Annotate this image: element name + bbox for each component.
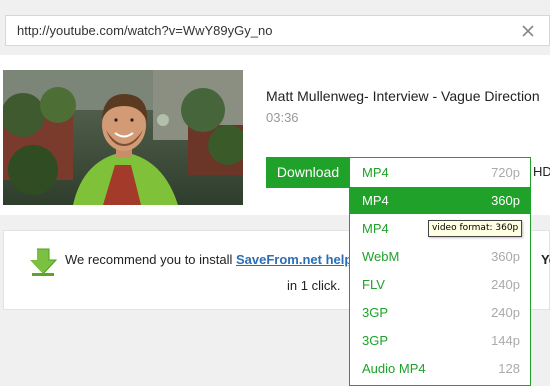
format-option-quality: 360p <box>491 249 520 264</box>
format-option[interactable]: WebM 360p <box>350 243 530 270</box>
video-title: Matt Mullenweg- Interview - Vague Direct… <box>266 88 540 104</box>
download-button[interactable]: Download <box>266 157 350 188</box>
savefrom-help-link[interactable]: SaveFrom.net help <box>236 252 352 267</box>
format-option-quality: 720p <box>491 165 520 180</box>
hd-label: HD <box>533 164 550 179</box>
download-arrow-icon <box>30 248 58 276</box>
format-option-name: MP4 <box>362 221 389 236</box>
format-option[interactable]: MP4 720p <box>350 159 530 186</box>
url-input[interactable]: http://youtube.com/watch?v=WwY89yGy_no <box>5 15 550 46</box>
format-option-quality: 128 <box>498 361 520 376</box>
format-option[interactable]: Audio MP4 128 <box>350 355 530 382</box>
format-option-name: WebM <box>362 249 400 264</box>
format-tooltip: video format: 360p <box>428 220 523 237</box>
format-option-name: MP4 <box>362 193 389 208</box>
format-option[interactable]: FLV 240p <box>350 271 530 298</box>
format-option-name: 3GP <box>362 333 389 348</box>
format-option-name: FLV <box>362 277 385 292</box>
format-option[interactable]: MP4 360p <box>350 187 530 214</box>
format-option[interactable]: 3GP 240p <box>350 299 530 326</box>
recommend-text: We recommend you to install SaveFrom.net… <box>65 252 352 267</box>
recommend-text-fragment: Yo <box>541 252 550 267</box>
video-duration: 03:36 <box>266 110 299 125</box>
format-option-name: Audio MP4 <box>362 361 426 376</box>
format-option-quality: 240p <box>491 305 520 320</box>
recommend-text-line2: in 1 click. <box>287 278 341 293</box>
close-icon[interactable] <box>519 22 537 40</box>
url-input-value[interactable]: http://youtube.com/watch?v=WwY89yGy_no <box>17 23 272 38</box>
format-option[interactable]: 3GP 144p <box>350 327 530 354</box>
format-option-quality: 240p <box>491 277 520 292</box>
format-option-quality: 144p <box>491 333 520 348</box>
recommend-text-prefix: We recommend you to install <box>65 252 236 267</box>
video-thumbnail[interactable] <box>3 70 243 205</box>
format-option-quality: 360p <box>491 193 520 208</box>
format-dropdown[interactable]: MP4720pMP4360pMP4240pWebM360pFLV240p3GP2… <box>349 157 531 386</box>
format-option-name: 3GP <box>362 305 389 320</box>
format-option-name: MP4 <box>362 165 389 180</box>
